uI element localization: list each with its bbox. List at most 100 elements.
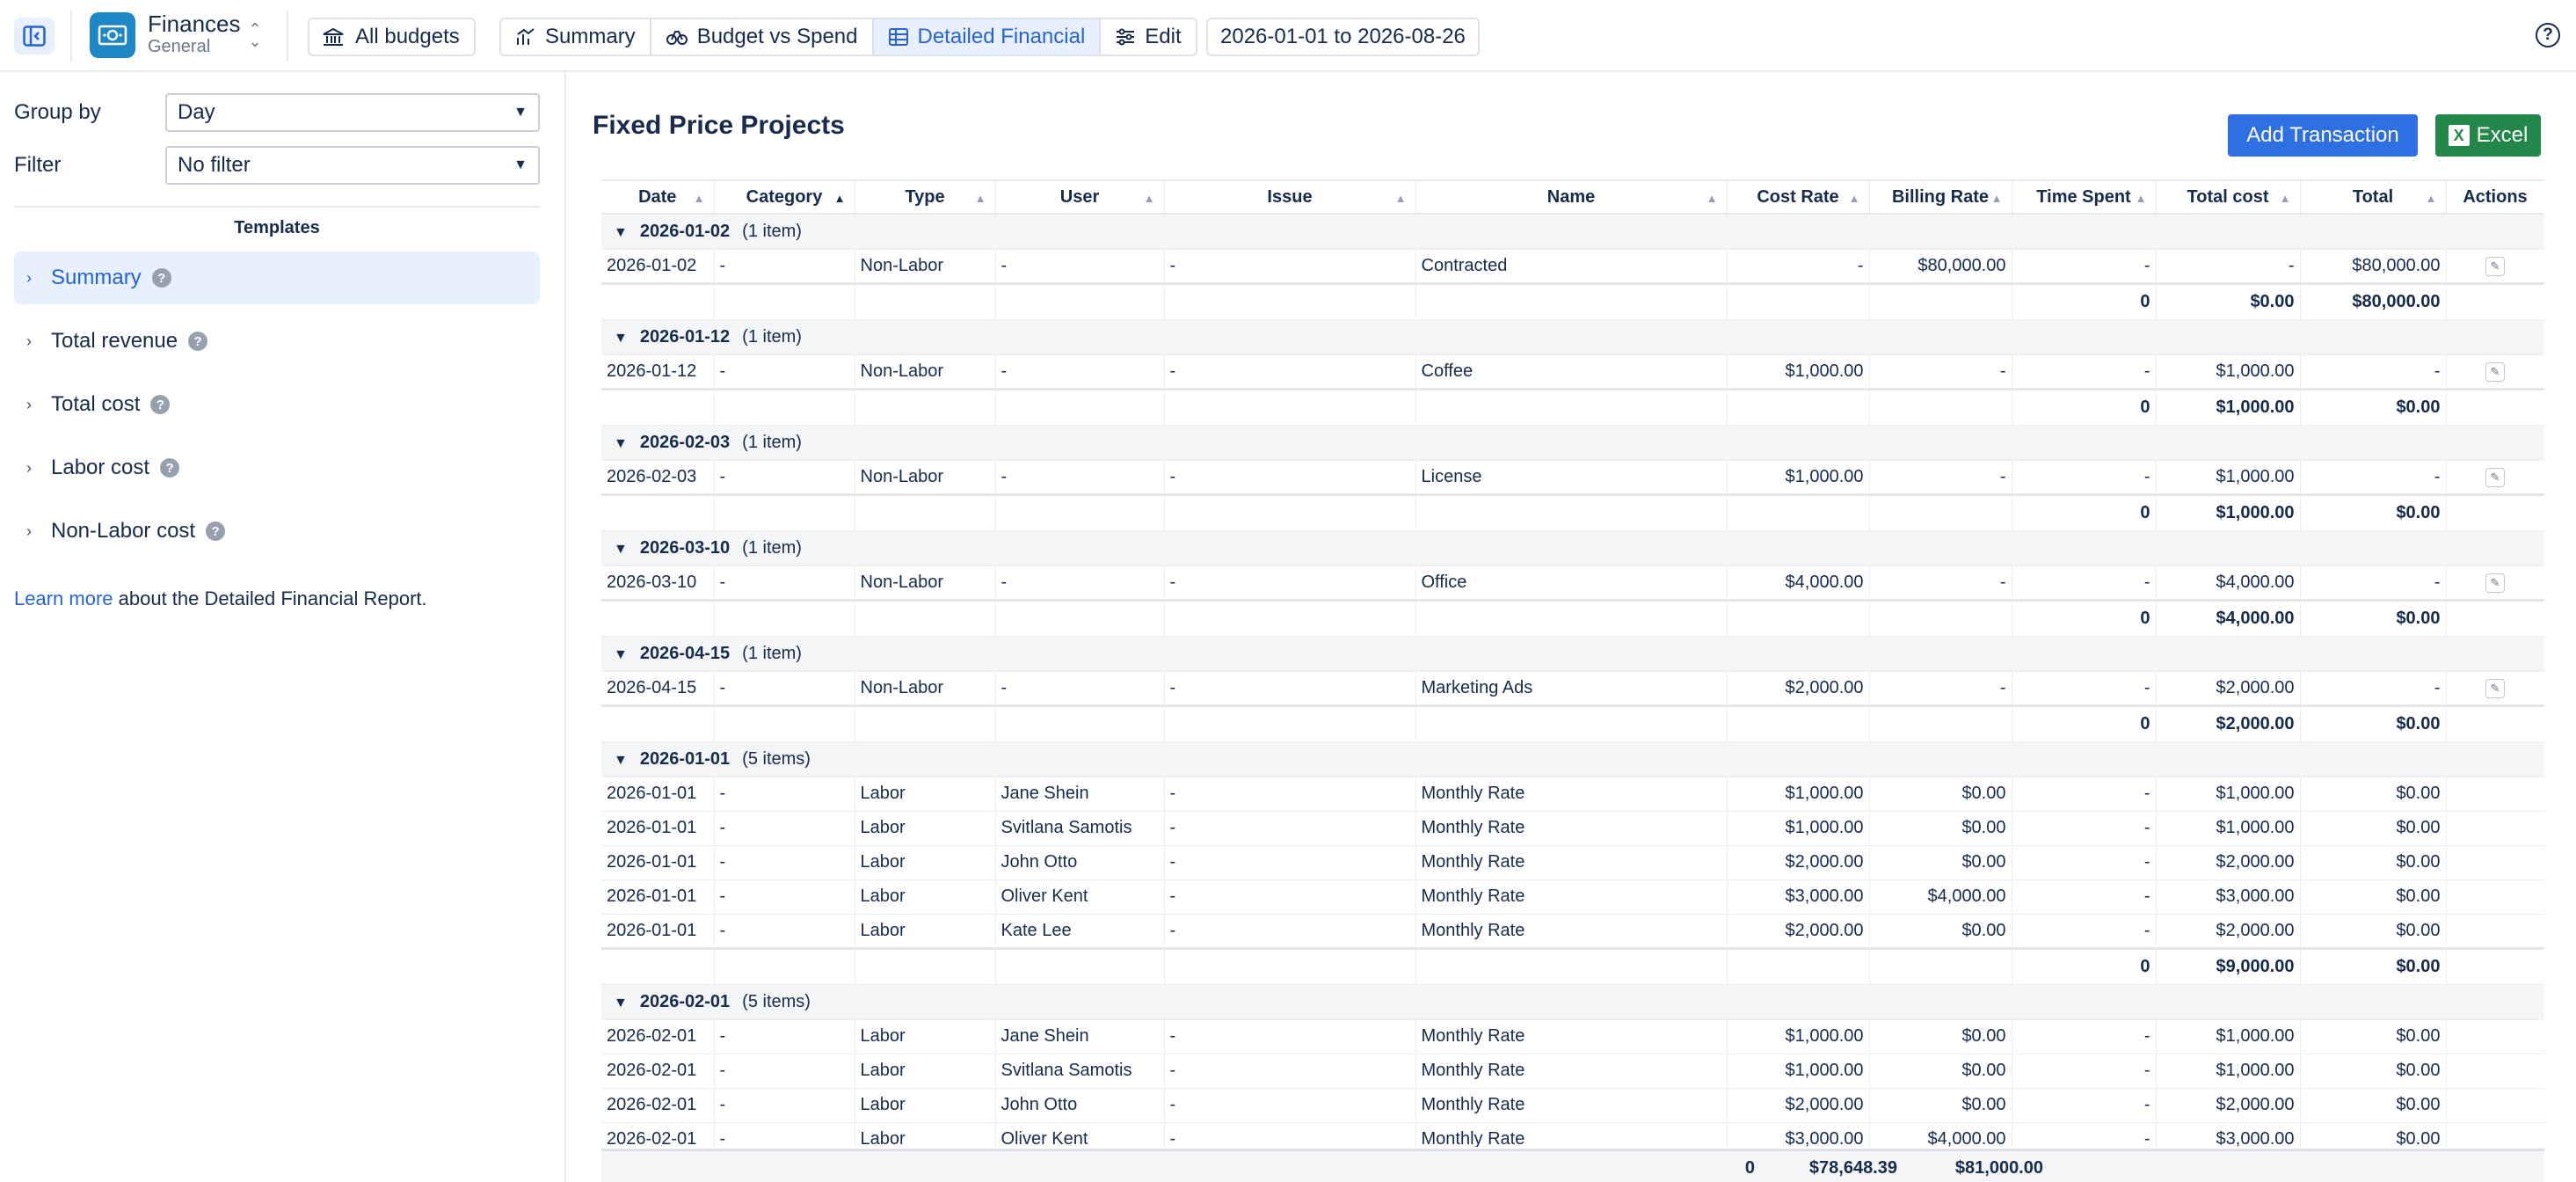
table-cell: $4,000.00	[1727, 565, 1870, 601]
sort-arrow-icon[interactable]: ▲	[1991, 192, 2003, 205]
template-labor-cost[interactable]: › Labor cost ?	[14, 441, 540, 494]
table-cell	[1727, 704, 1870, 742]
help-icon[interactable]: ?	[188, 332, 208, 351]
help-icon[interactable]: ?	[150, 395, 171, 414]
table-cell: Monthly Rate	[1415, 879, 1728, 915]
table-cell: -	[2300, 354, 2447, 390]
group-item-count: (1 item)	[742, 221, 802, 241]
help-icon[interactable]: ?	[206, 522, 226, 541]
group-header-row[interactable]: ▼ 2026-01-12 (1 item)	[601, 319, 2544, 355]
column-header-cost-rate[interactable]: Cost Rate ▲	[1727, 179, 1870, 215]
column-header-type[interactable]: Type ▲	[855, 179, 996, 215]
sort-arrow-icon[interactable]: ▲	[694, 192, 705, 205]
table-cell: 2026-03-10	[601, 565, 715, 601]
filter-select[interactable]: No filter ▼	[165, 146, 540, 185]
column-header-name[interactable]: Name ▲	[1415, 179, 1728, 215]
group-subtotal-row: 0 $1,000.00 $0.00	[601, 492, 2544, 531]
sort-arrow-icon[interactable]: ▲	[2136, 192, 2147, 205]
subtotal-cell: $0.00	[2156, 281, 2301, 320]
group-header-row[interactable]: ▼ 2026-03-10 (1 item)	[601, 530, 2544, 566]
sort-arrow-icon[interactable]: ▲	[975, 192, 986, 205]
group-header-row[interactable]: ▼ 2026-01-01 (5 items)	[601, 741, 2544, 777]
tab-budget-vs-spend[interactable]: Budget vs Spend	[651, 19, 874, 55]
template-summary[interactable]: › Summary ?	[14, 252, 540, 304]
learn-more-link[interactable]: Learn more	[14, 587, 113, 609]
column-header-date[interactable]: Date ▲	[601, 179, 715, 215]
collapse-triangle-icon[interactable]: ▼	[614, 225, 628, 241]
column-header-time-spent[interactable]: Time Spent ▲	[2012, 179, 2157, 215]
group-item-count: (5 items)	[742, 991, 811, 1011]
tab-edit[interactable]: Edit	[1101, 19, 1195, 55]
table-cell: 2026-02-01	[601, 1122, 715, 1147]
template-total-revenue[interactable]: › Total revenue ?	[14, 315, 540, 368]
sidebar-toggle-button[interactable]	[14, 18, 55, 55]
actions-cell	[2446, 879, 2544, 915]
report-settings-panel: Group by Day ▼ Filter No filter ▼ Templa…	[0, 72, 566, 1182]
tab-detailed-financial[interactable]: Detailed Financial	[873, 19, 1102, 55]
add-transaction-button[interactable]: Add Transaction	[2228, 114, 2418, 157]
subtotal-cell: $2,000.00	[2156, 704, 2301, 742]
table-cell: -	[714, 811, 855, 846]
column-header-total-cost[interactable]: Total cost ▲	[2156, 179, 2301, 215]
column-header-label: Category	[746, 186, 823, 207]
sort-arrow-icon[interactable]: ▲	[1395, 192, 1407, 205]
edit-pencil-icon[interactable]: ✎	[2485, 573, 2505, 593]
help-icon[interactable]: ?	[151, 268, 171, 288]
table-cell: $0.00	[1869, 811, 2012, 846]
grand-total-time: 0	[1744, 1158, 1755, 1178]
help-icon[interactable]: ?	[2536, 23, 2560, 47]
sort-arrow-icon[interactable]: ▲	[2426, 192, 2437, 205]
date-range-picker[interactable]: 2026-01-01 to 2026-08-26	[1206, 18, 1480, 56]
collapse-triangle-icon[interactable]: ▼	[614, 753, 628, 769]
table-cell: $0.00	[2300, 1122, 2447, 1147]
help-icon[interactable]: ?	[160, 458, 180, 478]
collapse-triangle-icon[interactable]: ▼	[614, 331, 628, 347]
edit-pencil-icon[interactable]: ✎	[2485, 468, 2505, 487]
app-switcher-chevrons-icon[interactable]: ⌃ ⌄	[246, 21, 264, 49]
table-cell: -	[2300, 460, 2447, 495]
templates-heading: Templates	[234, 218, 320, 237]
column-header-total[interactable]: Total ▲	[2300, 179, 2447, 215]
group-header-row[interactable]: ▼ 2026-02-03 (1 item)	[601, 425, 2544, 461]
edit-pencil-icon[interactable]: ✎	[2485, 362, 2505, 382]
table-cell	[1164, 387, 1416, 426]
group-header-row[interactable]: ▼ 2026-04-15 (1 item)	[601, 636, 2544, 672]
sort-arrow-icon[interactable]: ▲	[834, 192, 846, 205]
table-cell: -	[2012, 1088, 2157, 1123]
tab-summary[interactable]: Summary	[501, 19, 651, 55]
collapse-triangle-icon[interactable]: ▼	[614, 436, 628, 452]
group-header-cell: ▼ 2026-04-15 (1 item)	[601, 636, 2544, 672]
template-total-cost[interactable]: › Total cost ?	[14, 378, 540, 431]
collapse-triangle-icon[interactable]: ▼	[614, 542, 628, 558]
collapse-triangle-icon[interactable]: ▼	[614, 996, 628, 1011]
table-cell: Monthly Rate	[1415, 1122, 1728, 1147]
table-cell	[2446, 492, 2544, 531]
table-cell	[601, 492, 715, 531]
actions-cell	[2446, 1122, 2544, 1147]
finances-app-icon[interactable]	[90, 12, 135, 58]
column-header-actions[interactable]: Actions	[2446, 179, 2544, 215]
collapse-triangle-icon[interactable]: ▼	[614, 647, 628, 663]
column-header-user[interactable]: User ▲	[995, 179, 1165, 215]
all-budgets-button[interactable]: All budgets	[308, 18, 476, 56]
table-cell: $0.00	[1869, 845, 2012, 880]
table-cell: -	[1164, 811, 1416, 846]
sort-arrow-icon[interactable]: ▲	[1849, 192, 1860, 205]
group-header-cell: ▼ 2026-02-03 (1 item)	[601, 425, 2544, 461]
column-header-issue[interactable]: Issue ▲	[1164, 179, 1416, 215]
template-non-labor-cost[interactable]: › Non-Labor cost ?	[14, 505, 540, 558]
column-header-billing-rate[interactable]: Billing Rate ▲	[1869, 179, 2012, 215]
sort-arrow-icon[interactable]: ▲	[1706, 192, 1718, 205]
excel-export-button[interactable]: X Excel	[2435, 114, 2541, 157]
edit-pencil-icon[interactable]: ✎	[2485, 679, 2505, 698]
column-header-category[interactable]: Category ▲	[714, 179, 855, 215]
group-header-row[interactable]: ▼ 2026-01-02 (1 item)	[601, 214, 2544, 250]
table-cell: $1,000.00	[1727, 1019, 1870, 1054]
sort-arrow-icon[interactable]: ▲	[2280, 192, 2291, 205]
table-cell	[1727, 387, 1870, 426]
group-header-row[interactable]: ▼ 2026-02-01 (5 items)	[601, 984, 2544, 1020]
edit-pencil-icon[interactable]: ✎	[2485, 257, 2505, 276]
group-by-select[interactable]: Day ▼	[165, 93, 540, 132]
sort-arrow-icon[interactable]: ▲	[1144, 192, 1155, 205]
column-header-label: Name	[1546, 186, 1596, 207]
